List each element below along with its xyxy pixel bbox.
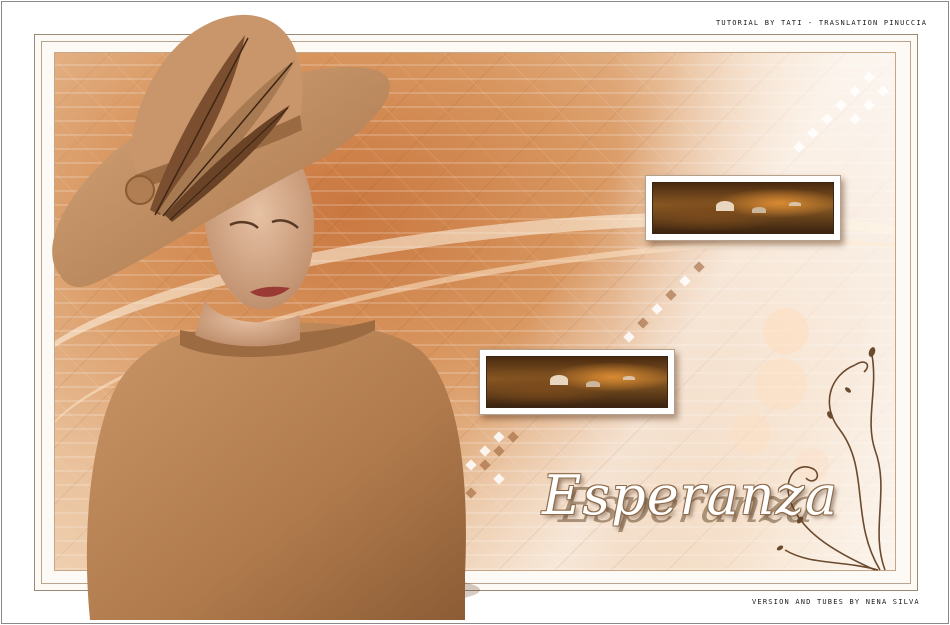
esperanza-title: Esperanza	[542, 464, 839, 527]
tutorial-credit: TUTORIAL BY TATI - TRASNLATION PINUCCIA	[716, 19, 928, 27]
woman-in-hat-figure	[52, 14, 480, 620]
autumn-scene-image	[486, 356, 668, 408]
version-credit: VERSION AND TUBES BY NENA SILVA	[752, 598, 920, 606]
forest-thumbnail-lower	[479, 349, 675, 415]
autumn-scene-image	[652, 182, 834, 234]
artwork-canvas: TUTORIAL BY TATI - TRASNLATION PINUCCIA	[0, 0, 950, 625]
forest-thumbnail-upper	[645, 175, 841, 241]
floral-vine-ornament	[776, 347, 886, 571]
